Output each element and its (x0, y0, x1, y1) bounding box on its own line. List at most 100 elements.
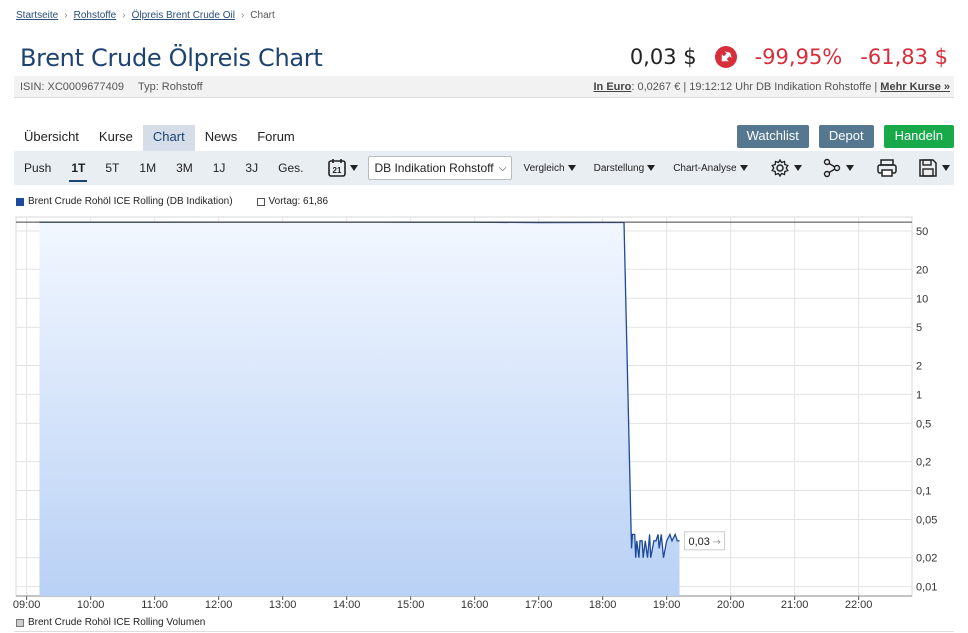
price-block: 0,03 $ -99,95% -61,83 $ (630, 45, 948, 69)
x-tick-label: 09:00 (13, 599, 41, 611)
y-tick-label: 2 (916, 360, 922, 372)
x-tick-label: 15:00 (397, 599, 425, 611)
caret-down-icon (942, 165, 950, 171)
vergleich-dropdown[interactable]: Vergleich (518, 163, 580, 174)
depot-button[interactable]: Depot (818, 125, 874, 148)
share-icon (823, 158, 841, 178)
y-tick-label: 1 (916, 389, 922, 401)
y-tick-label: 5 (916, 322, 922, 334)
y-tick-label: 10 (916, 293, 928, 305)
caret-down-icon (794, 165, 802, 171)
calendar-icon: 21 (328, 159, 347, 177)
last-price: 0,03 $ (629, 45, 697, 69)
euro-info: In Euro: 0,0267 € | 19:12:12 Uhr DB Indi… (594, 81, 951, 93)
calendar-day: 21 (333, 166, 342, 175)
chevron-right-icon: › (122, 10, 126, 21)
range-1t[interactable]: 1T (61, 151, 95, 185)
caret-down-icon (567, 165, 576, 171)
range-5t[interactable]: 5T (95, 151, 129, 185)
page-title: Brent Crude Ölpreis Chart (20, 44, 323, 72)
range-1j[interactable]: 1J (203, 151, 236, 185)
x-tick-label: 20:00 (717, 599, 745, 611)
vergleich-label: Vergleich (523, 162, 565, 174)
mehr-kurse-link[interactable]: Mehr Kurse » (880, 81, 950, 93)
y-tick-label: 50 (916, 226, 928, 238)
range-3m[interactable]: 3M (166, 151, 203, 185)
asset-type: Typ: Rohstoff (137, 80, 203, 93)
range-push[interactable]: Push (14, 151, 61, 185)
range-1m[interactable]: 1M (129, 151, 166, 185)
caret-down-icon (350, 165, 359, 171)
gear-icon (771, 158, 789, 178)
caret-down-icon (739, 165, 748, 171)
y-tick-label: 0,5 (916, 418, 931, 430)
y-tick-label: 0,1 (916, 486, 931, 498)
y-tick-label: 20 (916, 264, 928, 276)
printer-icon (877, 159, 897, 177)
x-tick-label: 19:00 (653, 599, 681, 611)
x-tick-label: 17:00 (525, 599, 553, 611)
tab-news[interactable]: News (195, 125, 248, 151)
y-tick-label: 0,01 (916, 582, 937, 594)
breadcrumb-startseite[interactable]: Startseite (16, 10, 58, 21)
chevron-right-icon: › (240, 10, 245, 21)
x-tick-label: 11:00 (141, 599, 168, 611)
action-buttons: Watchlist Depot Handeln (736, 125, 954, 148)
x-tick-label: 10:00 (77, 599, 105, 611)
darstellung-dropdown[interactable]: Darstellung (589, 163, 661, 174)
volume-legend: Brent Crude Rohöl ICE Rolling Volumen (16, 617, 205, 628)
chart-analyse-label: Chart-Analyse (673, 162, 737, 174)
x-tick-label: 14:00 (333, 599, 361, 611)
handeln-button[interactable]: Handeln (883, 125, 954, 148)
info-bar: ISIN: XC0009677409 Typ: Rohstoff In Euro… (14, 76, 954, 98)
chart-toolbar: Push 1T 5T 1M 3M 1J 3J Ges. 21 DB Indika… (14, 151, 954, 185)
save-button[interactable] (918, 158, 950, 178)
breadcrumb: Startseite › Rohstoffe › Ölpreis Brent C… (16, 10, 275, 21)
breadcrumb-current: Chart (250, 10, 275, 21)
print-button[interactable] (876, 158, 898, 178)
floppy-disk-icon (919, 159, 937, 177)
x-tick-label: 18:00 (589, 599, 617, 611)
legend-volume-label: Brent Crude Rohöl ICE Rolling Volumen (28, 617, 206, 628)
tab-kurse[interactable]: Kurse (89, 125, 143, 151)
section-tabs: Übersicht Kurse Chart News Forum (14, 125, 305, 151)
chart-analyse-dropdown[interactable]: Chart-Analyse (668, 163, 752, 174)
calendar-button[interactable]: 21 (327, 158, 359, 178)
chevron-right-icon: › (64, 10, 68, 21)
divider (14, 631, 954, 632)
chevron-down-icon: ⌵ (498, 162, 507, 174)
euro-link[interactable]: In Euro (594, 81, 632, 93)
tab-chart[interactable]: Chart (142, 125, 195, 151)
range-gesamt[interactable]: Ges. (268, 151, 313, 185)
arrow-right-icon: → (712, 537, 720, 548)
arrow-down-icon (714, 46, 737, 68)
settings-button[interactable] (770, 158, 802, 178)
change-absolute: -61,83 $ (860, 45, 948, 69)
change-percent: -99,95% (754, 45, 843, 69)
watchlist-button[interactable]: Watchlist (736, 125, 809, 148)
last-value-label: 0,03 (688, 536, 709, 548)
exchange-select[interactable]: DB Indikation Rohstoffe ⌵ (368, 156, 513, 180)
tab-uebersicht[interactable]: Übersicht (14, 125, 89, 151)
y-tick-label: 0,05 (916, 514, 937, 526)
caret-down-icon (846, 165, 854, 171)
price-chart[interactable]: 50 20 10 5 2 1 0,5 0,2 0,1 0,05 0,02 0,01 09:00 10:00… (0, 205, 968, 615)
y-tick-label: 0,2 (916, 457, 931, 469)
euro-details: : 0,0267 € | 19:12:12 Uhr DB Indikation … (631, 80, 881, 93)
exchange-value: DB Indikation Rohstoffe (374, 161, 495, 175)
darstellung-label: Darstellung (593, 162, 645, 174)
range-3j[interactable]: 3J (235, 151, 268, 185)
toolbar-icons (758, 158, 950, 178)
isin: ISIN: XC0009677409 (20, 80, 124, 93)
breadcrumb-rohstoffe[interactable]: Rohstoffe (74, 10, 117, 21)
breadcrumb-oelpreis[interactable]: Ölpreis Brent Crude Oil (132, 10, 235, 21)
x-tick-label: 22:00 (845, 599, 873, 611)
x-tick-label: 21:00 (781, 599, 809, 611)
x-tick-label: 13:00 (269, 599, 297, 611)
legend-swatch-volume (16, 618, 24, 627)
y-tick-label: 0,02 (916, 553, 937, 565)
x-tick-label: 12:00 (205, 599, 233, 611)
share-button[interactable] (822, 158, 854, 178)
caret-down-icon (647, 165, 656, 171)
tab-forum[interactable]: Forum (247, 125, 305, 151)
